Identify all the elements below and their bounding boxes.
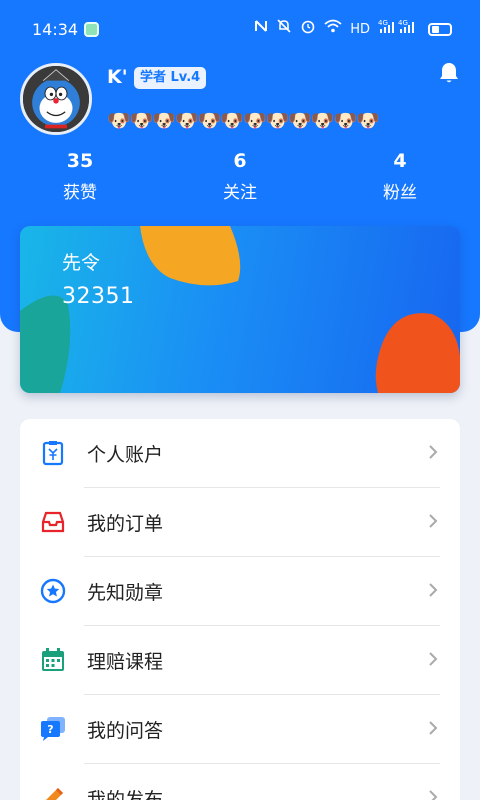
stat-likes[interactable]: 35 获赞	[30, 150, 130, 203]
card-title: 先令	[62, 252, 101, 274]
pencil-icon	[46, 788, 63, 800]
hd-label: HD	[350, 21, 370, 37]
star-badge-icon	[40, 578, 66, 604]
account-icon	[42, 441, 64, 466]
menu-label-posts: 我的发布	[87, 789, 164, 800]
alarm-icon	[300, 18, 316, 41]
menu-label-orders: 我的订单	[87, 513, 164, 535]
calendar-icon	[42, 648, 64, 671]
stat-following[interactable]: 6 关注	[190, 150, 290, 203]
profile-bio: 🐶🐶🐶🐶🐶🐶🐶🐶🐶🐶🐶🐶	[107, 110, 380, 132]
order-tray-icon	[41, 511, 65, 533]
menu-label-medals: 先知勋章	[87, 582, 164, 604]
status-bar: 14:34 HD 4G 4G	[0, 0, 480, 58]
username: K'	[107, 66, 128, 88]
stat-followers-value: 4	[393, 150, 407, 172]
avatar[interactable]	[20, 63, 92, 135]
menu-label-courses: 理赔课程	[87, 651, 164, 673]
status-icons: HD 4G 4G	[254, 18, 452, 41]
wifi-icon	[324, 19, 342, 40]
mute-icon	[276, 18, 292, 41]
notification-app-icon	[84, 22, 99, 37]
level-badge: 学者 Lv.4	[134, 67, 207, 89]
chevron-right-icon	[429, 652, 438, 666]
menu-item-qa[interactable]: ? 我的问答	[20, 695, 460, 764]
chevron-right-icon	[429, 583, 438, 597]
stat-likes-value: 35	[66, 150, 94, 172]
chevron-right-icon	[429, 514, 438, 528]
stat-followers[interactable]: 4 粉丝	[350, 150, 450, 203]
menu-item-medals[interactable]: 先知勋章	[20, 557, 460, 626]
status-time: 14:34	[32, 20, 79, 39]
bell-icon[interactable]	[437, 61, 461, 85]
stat-following-label: 关注	[223, 183, 257, 203]
svg-text:4G: 4G	[398, 19, 408, 27]
menu-item-posts[interactable]: 我的发布	[20, 764, 460, 800]
menu-label-account: 个人账户	[87, 444, 164, 466]
battery-icon	[428, 23, 452, 36]
currency-card[interactable]: 先令 32351	[20, 226, 460, 393]
chevron-right-icon	[429, 721, 438, 735]
chevron-right-icon	[429, 445, 438, 459]
menu-item-courses[interactable]: 理赔课程	[20, 626, 460, 695]
signal-icon: 4G 4G	[378, 18, 416, 41]
stat-likes-label: 获赞	[63, 183, 97, 203]
nfc-icon	[254, 18, 268, 41]
svg-text:?: ?	[47, 723, 53, 736]
menu-label-qa: 我的问答	[87, 720, 164, 742]
stat-followers-label: 粉丝	[383, 183, 417, 203]
svg-text:4G: 4G	[378, 19, 388, 27]
question-chat-icon: ?	[41, 717, 65, 741]
menu-list: 个人账户 我的订单 先知勋章 理赔课程 ? 我的问答 我的发布	[20, 419, 460, 800]
card-balance: 32351	[62, 284, 135, 309]
stat-following-value: 6	[233, 150, 247, 172]
menu-item-account[interactable]: 个人账户	[20, 419, 460, 488]
chevron-right-icon	[429, 790, 438, 800]
menu-item-orders[interactable]: 我的订单	[20, 488, 460, 557]
